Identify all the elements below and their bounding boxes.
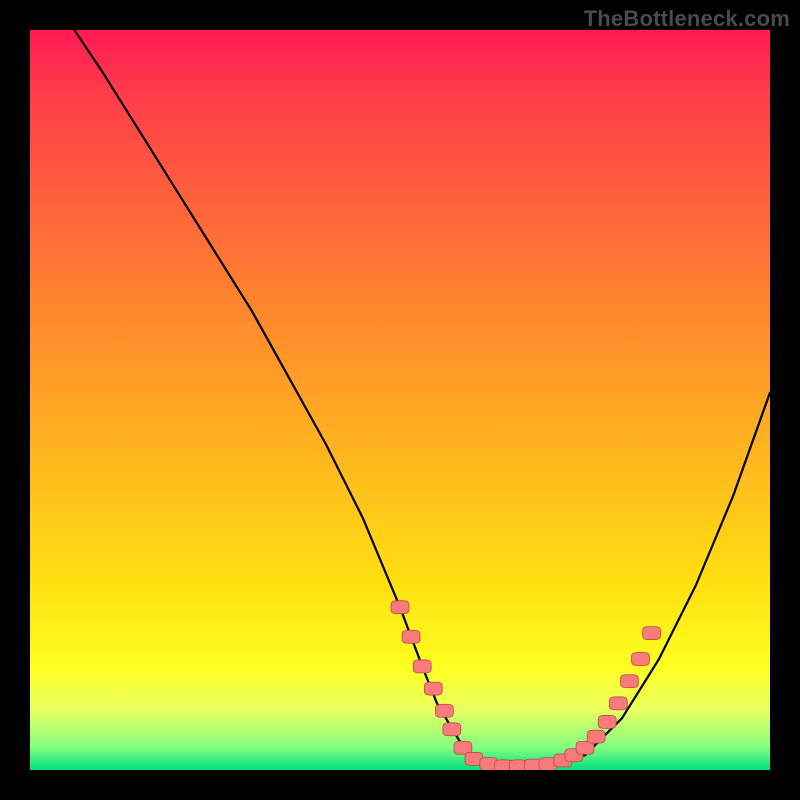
watermark-text: TheBottleneck.com (584, 6, 790, 32)
chart-frame: TheBottleneck.com (0, 0, 800, 800)
chart-svg (30, 30, 770, 770)
plot-area (30, 30, 770, 770)
bottleneck-curve (74, 30, 770, 768)
curve-markers (391, 601, 661, 770)
